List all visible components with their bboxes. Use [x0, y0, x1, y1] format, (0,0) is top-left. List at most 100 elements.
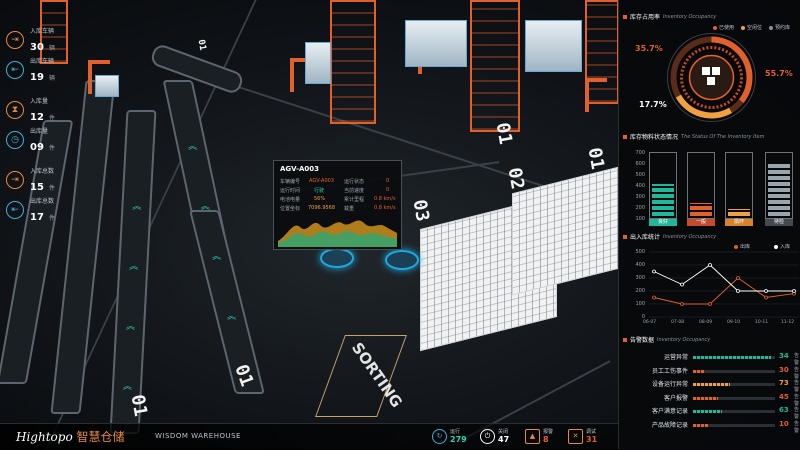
stat-outbound-volume: ◷ 出库量 09 件	[6, 126, 55, 154]
stat-label: 出库车辆	[30, 58, 55, 65]
y-tick: 200	[635, 288, 645, 294]
alert-progress-track	[693, 410, 775, 413]
panel-title: 库存占用率	[630, 14, 661, 21]
alert-row[interactable]: 产品故障记录 10 告警	[623, 419, 799, 434]
pct-free: 55.7%	[765, 69, 793, 78]
stat-unit: 件	[49, 185, 56, 192]
storage-rack[interactable]	[470, 0, 520, 132]
alert-value: 30	[779, 365, 789, 374]
status-running[interactable]: ↻ 运行 279	[432, 428, 467, 444]
y-tick: 300	[635, 194, 645, 200]
alert-progress-track	[693, 383, 775, 386]
bullet-icon	[623, 337, 627, 342]
storage-rack[interactable]	[585, 0, 619, 104]
goods-stack[interactable]	[512, 166, 619, 296]
y-tick: 100	[635, 301, 645, 307]
popup-value: 0.8 km/s	[374, 196, 396, 202]
inout-line-chart	[649, 251, 799, 318]
alert-row[interactable]: 员工工伤事件 30 告警	[623, 365, 799, 380]
packing-machine[interactable]	[405, 20, 467, 67]
popup-value: 7096.9568	[308, 205, 336, 211]
popup-waveform	[278, 220, 397, 247]
bar-fill	[652, 184, 674, 216]
storage-rack[interactable]	[330, 0, 376, 124]
panel-title: 出入库统计	[630, 234, 661, 241]
status-alarm[interactable]: ▲ 报警 8	[525, 428, 553, 444]
packing-machine[interactable]	[95, 75, 119, 97]
inout-header: 出入库统计 Inventory Occupancy	[623, 232, 716, 241]
alert-name: 员工工伤事件	[651, 367, 688, 375]
alert-row[interactable]: 客户报警 45 告警	[623, 393, 799, 407]
material-bar[interactable]: 一般	[687, 152, 715, 226]
hourglass-icon: ⧗	[6, 101, 24, 119]
series-point	[736, 276, 740, 280]
alert-row[interactable]: 客户满意记录 63 告警	[623, 406, 799, 420]
alert-progress-track	[693, 356, 775, 359]
panel-subtitle: Inventory Occupancy	[663, 13, 717, 20]
series-point	[736, 289, 740, 293]
series-point	[652, 295, 656, 300]
y-tick: 600	[635, 161, 645, 167]
stat-label: 出库量	[30, 128, 49, 135]
stat-outbound-total: ⇤ 出库总数 17 件	[6, 196, 55, 224]
bar-fill	[768, 163, 790, 216]
series-point	[708, 302, 712, 306]
sorting-label: SORTING	[348, 339, 406, 411]
truck-out-icon: ⇤	[6, 201, 24, 219]
alert-name: 设备运行异常	[651, 381, 688, 388]
alert-row[interactable]: 运营异常 34 告警	[623, 352, 799, 366]
stat-value: 09	[30, 142, 44, 153]
alert-unit: 告警	[794, 407, 800, 420]
bar-label: 一般	[687, 219, 715, 226]
refresh-icon: ↻	[432, 428, 447, 444]
material-bar[interactable]: 待检	[765, 152, 793, 226]
popup-label: 电池电量	[280, 197, 301, 203]
footer-bar: Hightopo 智慧仓储 WISDOM WAREHOUSE ↻ 运行 279 ⏻…	[0, 423, 618, 450]
stat-unit: 件	[49, 145, 56, 152]
bar-label: 待检	[765, 219, 793, 226]
agv-marker[interactable]	[320, 248, 354, 268]
brand-en: WISDOM WAREHOUSE	[155, 432, 241, 440]
zone-number: 02	[503, 165, 529, 192]
stat-value: 30	[30, 42, 44, 53]
y-tick: 0	[641, 314, 645, 320]
status-debug[interactable]: ✕ 调试 31	[568, 428, 597, 444]
y-tick: 400	[635, 183, 645, 189]
brand-cn: 智慧仓储	[76, 430, 125, 444]
x-tick: 09-10	[727, 320, 741, 325]
series-point	[792, 289, 796, 293]
material-bar[interactable]: 损坏	[725, 152, 753, 226]
stat-unit: 件	[49, 215, 56, 222]
alert-name: 产品故障记录	[651, 421, 688, 429]
agv-info-popup[interactable]: AGV-A003 车辆编号 AGV-A003 运行状态 0 运行时间 行驶 当前…	[273, 160, 402, 250]
material-bar[interactable]: 良好	[649, 152, 677, 226]
alert-unit: 告警	[794, 380, 800, 393]
popup-title: AGV-A003	[280, 165, 320, 173]
panel-title: 库存物料状态情况	[630, 134, 679, 141]
x-tick: 10-11	[755, 320, 769, 325]
y-tick: 200	[635, 205, 645, 211]
brand-logo: Hightopo 智慧仓储	[16, 428, 125, 445]
packing-machine[interactable]	[305, 42, 331, 84]
packing-machine[interactable]	[525, 20, 582, 72]
y-tick: 500	[635, 249, 645, 255]
alert-value: 10	[779, 419, 789, 428]
alert-value: 63	[779, 406, 789, 414]
alert-progress-track	[693, 369, 775, 373]
agv-marker[interactable]	[385, 250, 419, 270]
popup-label: 载重	[344, 206, 355, 212]
alert-name: 客户满意记录	[651, 408, 688, 415]
bar-label: 良好	[649, 219, 677, 226]
truck-in-icon: ⇥	[6, 31, 24, 49]
power-icon: ⏻	[480, 428, 495, 444]
alert-row[interactable]: 设备运行异常 73 告警	[623, 379, 799, 393]
stat-label: 入库车辆	[30, 28, 55, 35]
conveyor-belt: ︽ ︽	[189, 210, 265, 394]
alert-unit: 告警	[794, 366, 800, 380]
truck-in-icon: ⇥	[6, 171, 24, 189]
stat-label: 出库总数	[30, 198, 55, 205]
occupancy-donut-chart	[667, 33, 756, 122]
status-label: 运行	[450, 429, 461, 435]
popup-label: 当前速度	[344, 188, 365, 194]
status-closed[interactable]: ⏻ 关闭 47	[480, 428, 509, 444]
